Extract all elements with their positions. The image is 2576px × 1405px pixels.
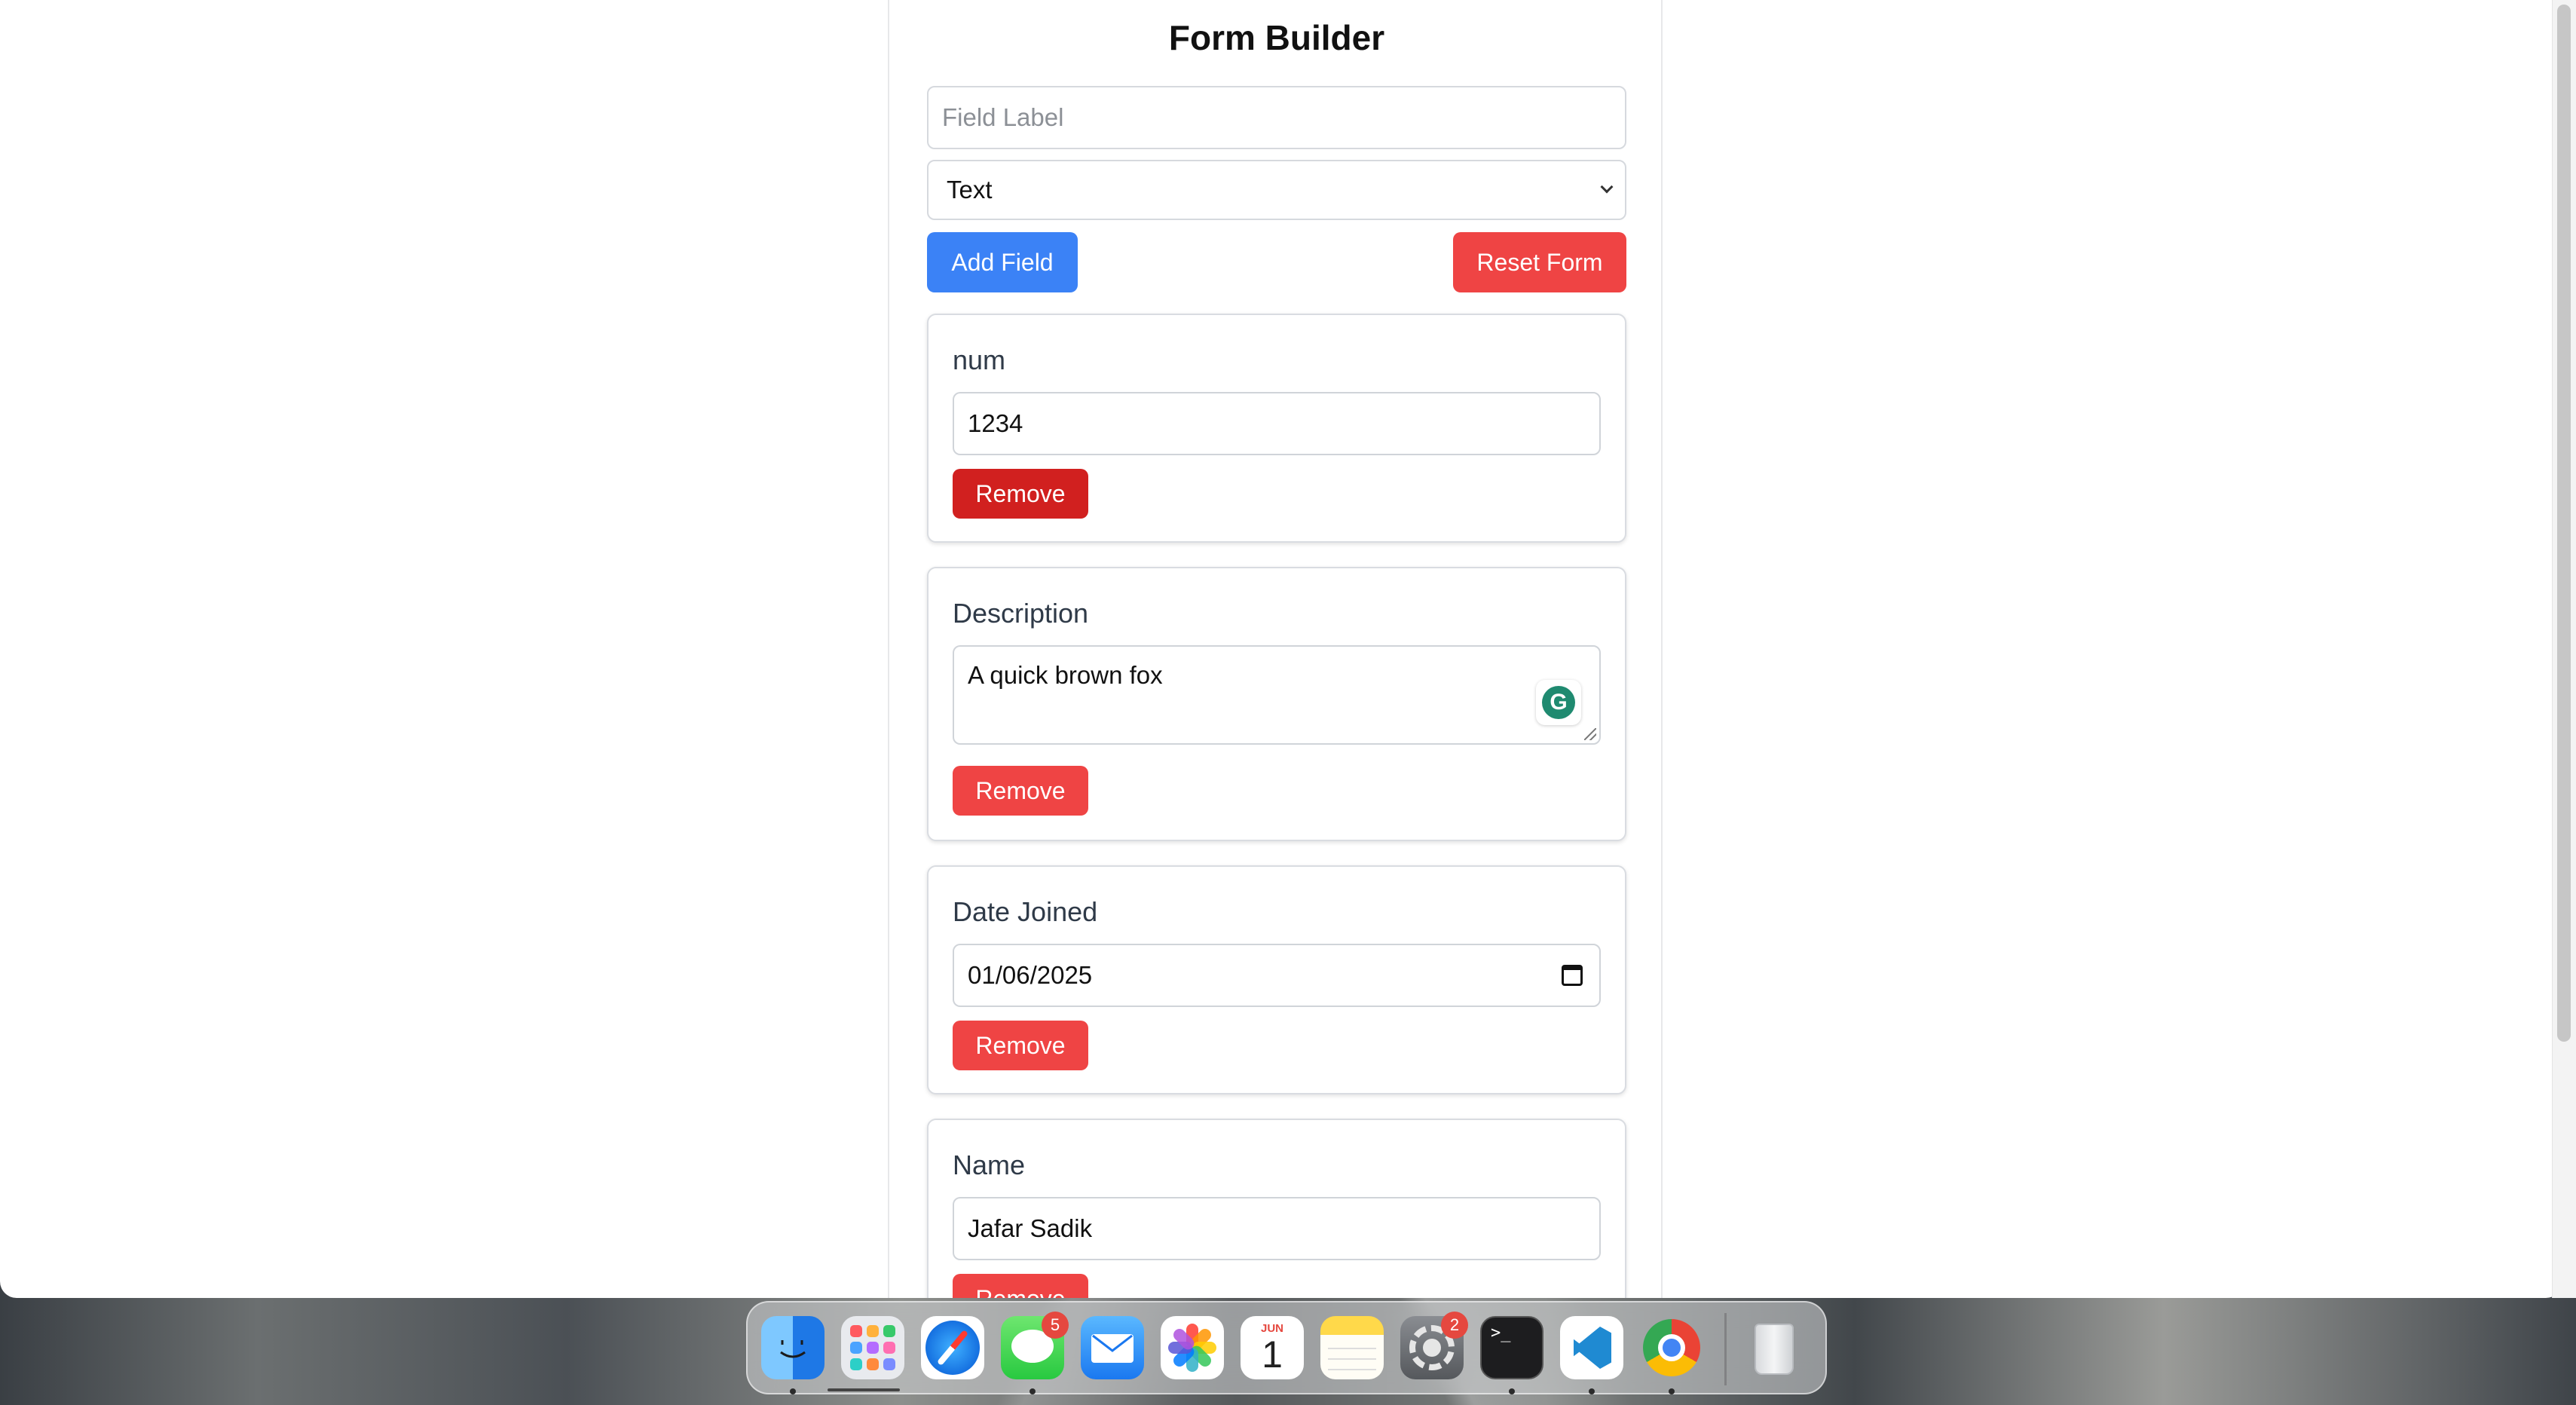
number-input[interactable]: 1234	[953, 392, 1601, 455]
remove-button[interactable]: Remove	[953, 1274, 1088, 1298]
page-scrollbar[interactable]	[2552, 0, 2576, 1298]
running-indicator	[1029, 1388, 1036, 1394]
field-type-select[interactable]: Text	[927, 160, 1626, 220]
add-field-button[interactable]: Add Field	[927, 232, 1078, 292]
textarea-value: A quick brown fox	[968, 661, 1163, 689]
remove-button[interactable]: Remove	[953, 1021, 1088, 1070]
text-input[interactable]: Jafar Sadik	[953, 1197, 1601, 1260]
grammarly-icon[interactable]: G	[1536, 680, 1581, 725]
photos-icon[interactable]	[1161, 1316, 1224, 1379]
running-indicator	[1509, 1388, 1515, 1394]
field-type-selected-value: Text	[947, 176, 993, 204]
running-indicator	[1669, 1388, 1675, 1394]
field-card-date-joined: Date Joined 01/06/2025 Remove	[927, 865, 1626, 1094]
trash-icon[interactable]	[1742, 1316, 1806, 1379]
calendar-picker-icon[interactable]	[1562, 965, 1583, 986]
date-input[interactable]: 01/06/2025	[953, 944, 1601, 1007]
notes-icon[interactable]	[1320, 1316, 1384, 1379]
messages-icon[interactable]: 5	[1001, 1312, 1069, 1379]
running-indicator	[790, 1388, 796, 1394]
calendar-day: 1	[1262, 1333, 1283, 1376]
description-textarea[interactable]: A quick brown fox G	[953, 645, 1601, 745]
launchpad-icon[interactable]	[841, 1316, 904, 1379]
remove-button[interactable]: Remove	[953, 766, 1088, 816]
field-label: Date Joined	[953, 896, 1098, 927]
remove-button[interactable]: Remove	[953, 469, 1088, 519]
resize-handle-icon[interactable]	[1584, 728, 1596, 740]
notification-badge: 2	[1441, 1312, 1468, 1339]
page-title: Form Builder	[1168, 18, 1385, 57]
browser-window: Form Builder Text Add Field Reset Form n…	[0, 0, 2562, 1298]
field-label: num	[953, 344, 1006, 375]
dock-separator	[1724, 1313, 1727, 1385]
notification-badge: 5	[1042, 1312, 1069, 1339]
scrollbar-thumb[interactable]	[2557, 5, 2571, 1042]
mail-icon[interactable]	[1081, 1316, 1144, 1379]
calendar-icon[interactable]: JUN 1	[1241, 1316, 1304, 1379]
chevron-down-icon	[1600, 180, 1614, 194]
vscode-icon[interactable]	[1560, 1316, 1623, 1379]
macos-dock: 5 JUN 1 2 >_	[746, 1301, 1827, 1394]
finder-icon[interactable]	[761, 1316, 825, 1379]
chrome-icon[interactable]	[1640, 1316, 1703, 1379]
reset-form-button[interactable]: Reset Form	[1453, 232, 1626, 292]
field-card-name: Name Jafar Sadik Remove	[927, 1119, 1626, 1298]
terminal-icon[interactable]: >_	[1480, 1316, 1543, 1379]
safari-icon[interactable]	[921, 1316, 984, 1379]
field-label-input[interactable]	[927, 86, 1626, 149]
field-card-num: num 1234 Remove	[927, 314, 1626, 543]
running-indicator	[1589, 1388, 1595, 1394]
form-builder-panel: Form Builder Text Add Field Reset Form n…	[888, 0, 1663, 1298]
settings-icon[interactable]: 2	[1400, 1312, 1468, 1379]
screen: Form Builder Text Add Field Reset Form n…	[0, 0, 2576, 1405]
field-label: Name	[953, 1149, 1026, 1180]
launchpad-indicator	[828, 1388, 900, 1391]
field-card-description: Description A quick brown fox G Remove	[927, 567, 1626, 841]
field-label: Description	[953, 598, 1089, 629]
date-value: 01/06/2025	[968, 961, 1093, 989]
